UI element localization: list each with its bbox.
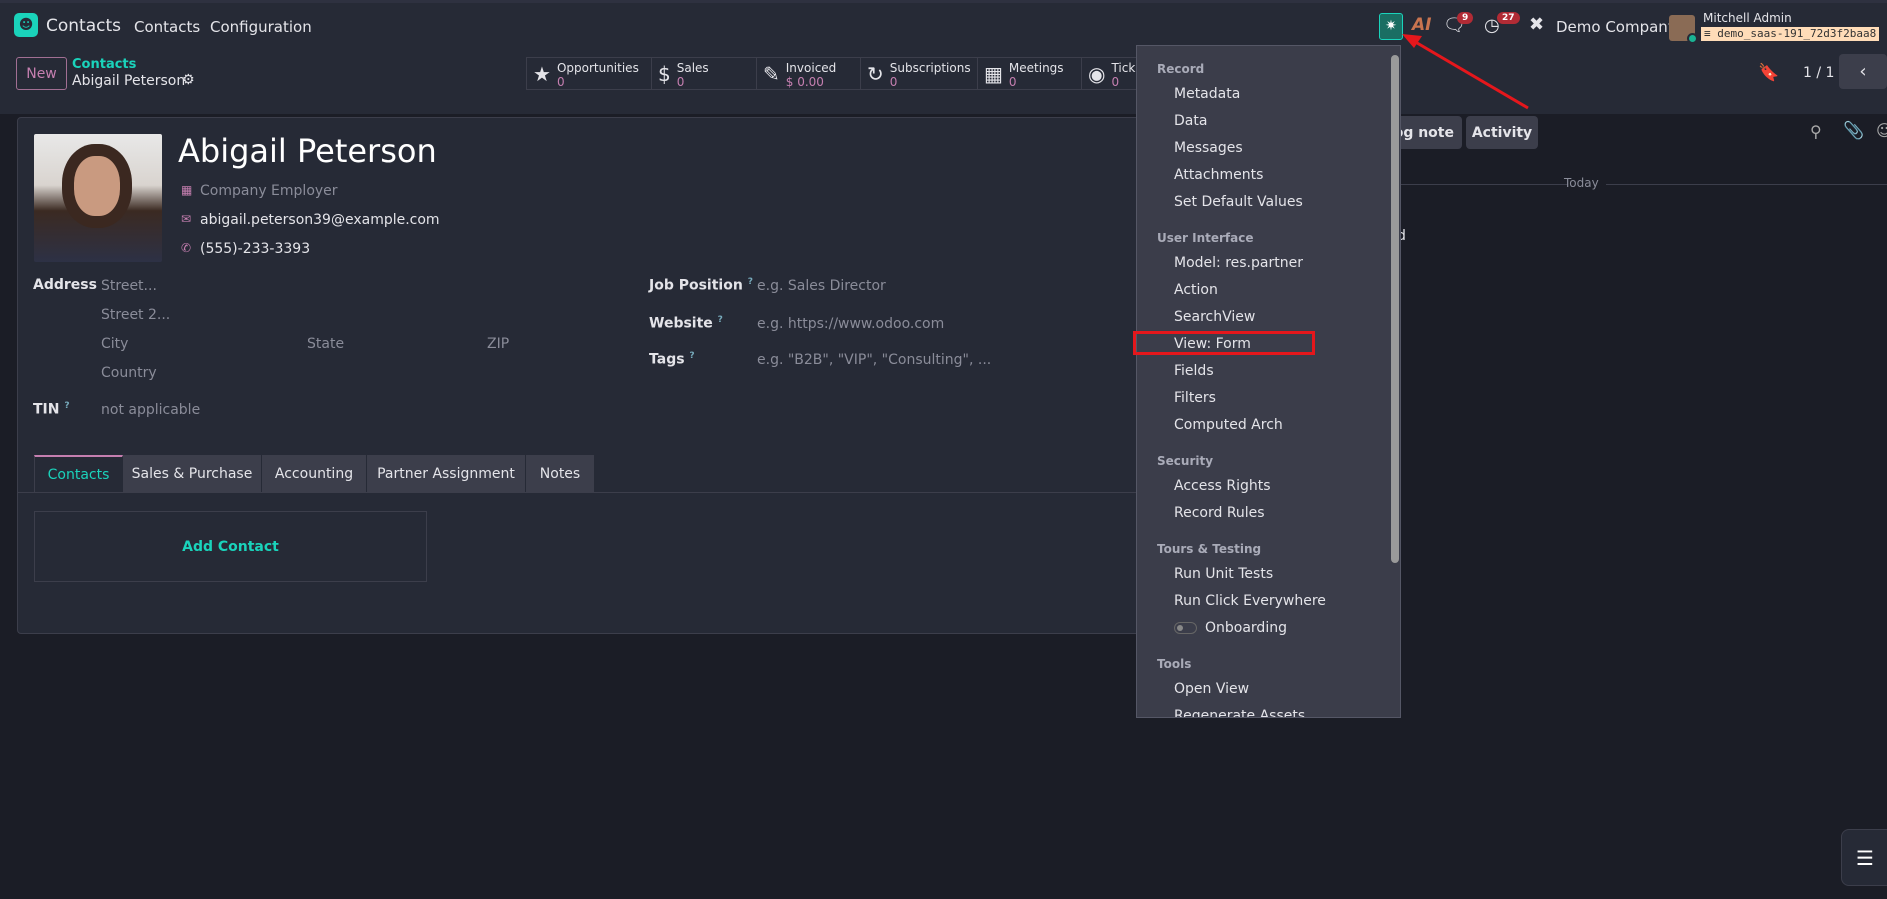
arrow-shaft — [1411, 38, 1529, 110]
arrow-head — [1402, 34, 1422, 48]
annotation-arrow — [1402, 34, 1529, 110]
